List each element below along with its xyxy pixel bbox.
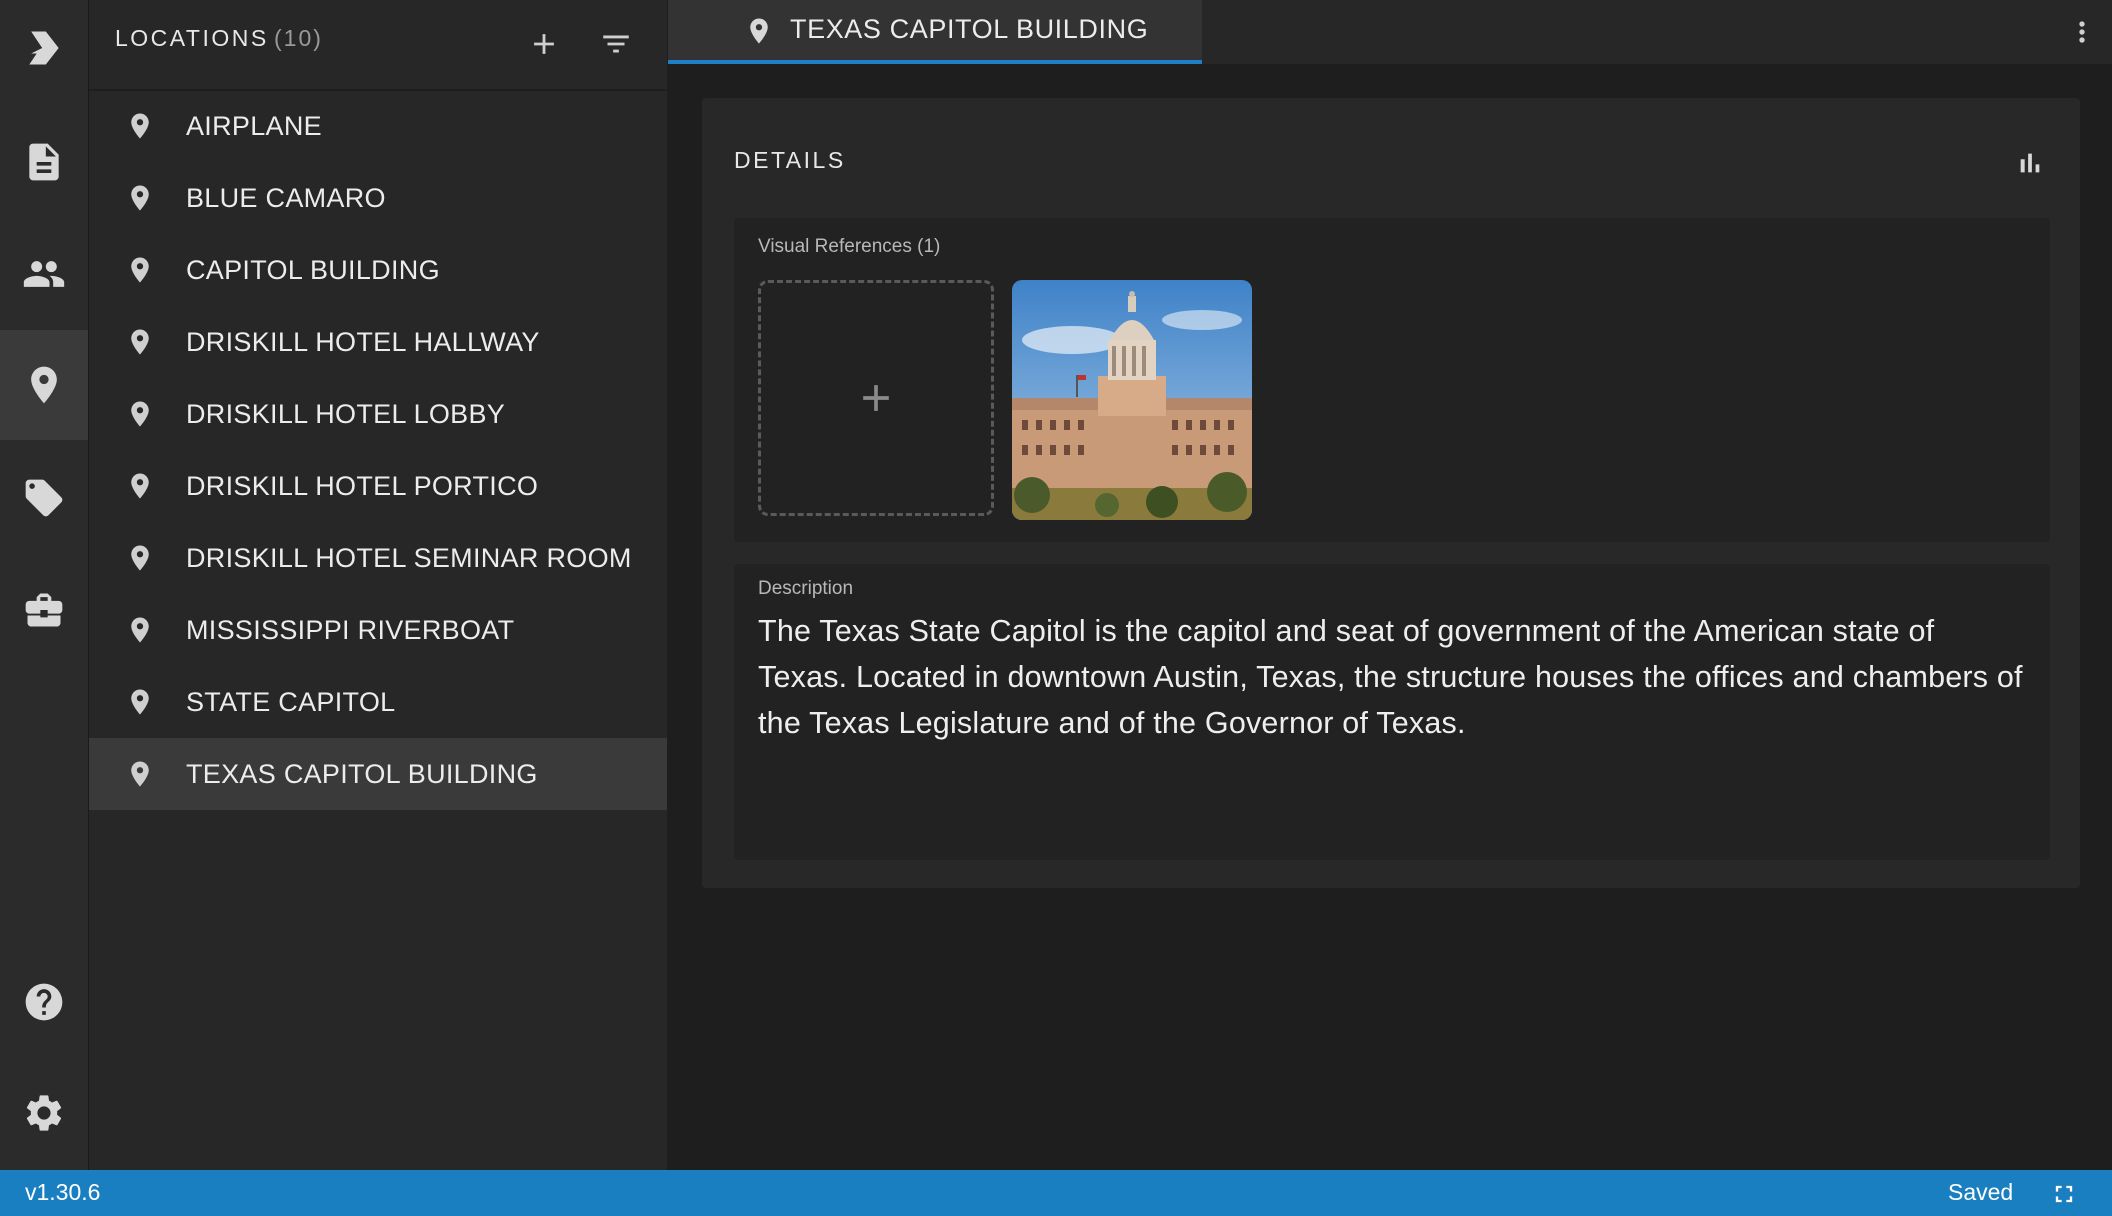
document-icon: [29, 143, 59, 181]
tab-active-indicator: [668, 60, 1202, 64]
visual-references-section: Visual References (1): [734, 218, 2050, 542]
fullscreen-button[interactable]: [2050, 1180, 2078, 1208]
people-icon: [23, 261, 65, 287]
app-logo-icon: [29, 31, 59, 65]
nav-locations[interactable]: [0, 330, 88, 440]
location-list-item[interactable]: STATE CAPITOL: [89, 666, 667, 738]
location-pin-icon: [125, 543, 155, 573]
location-list-item[interactable]: CAPITOL BUILDING: [89, 234, 667, 306]
location-pin-icon: [744, 16, 774, 46]
location-list-item[interactable]: DRISKILL HOTEL HALLWAY: [89, 306, 667, 378]
nav-characters[interactable]: [0, 219, 88, 329]
description-text[interactable]: The Texas State Capitol is the capitol a…: [758, 608, 2028, 746]
location-label: MISSISSIPPI RIVERBOAT: [186, 614, 515, 645]
location-pin-icon: [125, 111, 155, 141]
location-pin-icon: [125, 399, 155, 429]
tab-label: TEXAS CAPITOL BUILDING: [790, 14, 1149, 44]
description-label: Description: [758, 578, 854, 599]
tab-texas-capitol-building[interactable]: TEXAS CAPITOL BUILDING: [668, 0, 1202, 64]
location-list-item[interactable]: BLUE CAMARO: [89, 162, 667, 234]
details-card: DETAILS Visual References (1) Descriptio…: [702, 98, 2080, 888]
location-pin-icon: [125, 183, 155, 213]
tag-icon: [25, 479, 63, 517]
location-pin-icon: [31, 366, 57, 404]
location-list-item[interactable]: DRISKILL HOTEL PORTICO: [89, 450, 667, 522]
visual-reference-thumbnail[interactable]: [1012, 280, 1252, 520]
plus-icon: [534, 34, 554, 54]
icon-rail: [0, 0, 89, 1170]
location-pin-icon: [125, 471, 155, 501]
description-section: Description The Texas State Capitol is t…: [734, 564, 2050, 860]
locations-count: (10): [274, 25, 323, 51]
location-list-item[interactable]: AIRPLANE: [89, 90, 667, 162]
filter-button[interactable]: [592, 20, 640, 68]
help-button[interactable]: [0, 947, 88, 1057]
visual-references-label: Visual References (1): [758, 236, 941, 257]
add-visual-reference-button[interactable]: [758, 280, 994, 516]
location-label: DRISKILL HOTEL PORTICO: [186, 470, 539, 501]
location-label: CAPITOL BUILDING: [186, 254, 440, 285]
location-label: DRISKILL HOTEL LOBBY: [186, 398, 506, 429]
settings-button[interactable]: [0, 1058, 88, 1168]
details-title: DETAILS: [734, 147, 846, 173]
location-label: DRISKILL HOTEL SEMINAR ROOM: [186, 542, 632, 573]
location-list-item[interactable]: TEXAS CAPITOL BUILDING: [89, 738, 667, 810]
more-options-button[interactable]: [2062, 12, 2102, 52]
nav-tags[interactable]: [0, 443, 88, 553]
location-pin-icon: [125, 327, 155, 357]
stats-button[interactable]: [2010, 143, 2050, 183]
nav-documents[interactable]: [0, 107, 88, 217]
locations-panel: LOCATIONS (10) AIRPLANE BLUE CAMARO CAPITO…: [89, 0, 667, 1170]
briefcase-icon: [25, 593, 63, 627]
app-logo-button[interactable]: [0, 0, 88, 96]
tab-bar: TEXAS CAPITOL BUILDING: [668, 0, 2112, 64]
filter-icon: [603, 35, 629, 53]
locations-list: AIRPLANE BLUE CAMARO CAPITOL BUILDING DRISK…: [89, 90, 667, 810]
locations-title: LOCATIONS: [115, 25, 269, 51]
location-label: TEXAS CAPITOL BUILDING: [186, 758, 538, 789]
location-label: AIRPLANE: [186, 110, 322, 141]
fullscreen-icon: [2055, 1185, 2073, 1203]
nav-items[interactable]: [0, 555, 88, 665]
location-pin-icon: [125, 687, 155, 717]
bar-chart-icon: [2020, 153, 2040, 173]
location-label: STATE CAPITOL: [186, 686, 396, 717]
version-label: v1.30.6: [25, 1179, 101, 1205]
gear-icon: [26, 1095, 62, 1131]
help-icon: [25, 983, 63, 1021]
location-pin-icon: [125, 615, 155, 645]
location-list-item[interactable]: MISSISSIPPI RIVERBOAT: [89, 594, 667, 666]
location-label: BLUE CAMARO: [186, 182, 386, 213]
plus-icon: [863, 385, 889, 411]
locations-header: LOCATIONS (10): [89, 0, 667, 91]
status-bar: v1.30.6 Saved: [0, 1170, 2112, 1216]
location-pin-icon: [125, 255, 155, 285]
location-label: DRISKILL HOTEL HALLWAY: [186, 326, 540, 357]
save-status: Saved: [1948, 1179, 2014, 1205]
capitol-building-image: [1012, 280, 1252, 520]
location-list-item[interactable]: DRISKILL HOTEL LOBBY: [89, 378, 667, 450]
location-pin-icon: [125, 759, 155, 789]
more-vertical-icon: [2079, 21, 2085, 43]
location-list-item[interactable]: DRISKILL HOTEL SEMINAR ROOM: [89, 522, 667, 594]
main-area: TEXAS CAPITOL BUILDING DETAILS Visual Re…: [668, 0, 2112, 1170]
add-location-button[interactable]: [520, 20, 568, 68]
